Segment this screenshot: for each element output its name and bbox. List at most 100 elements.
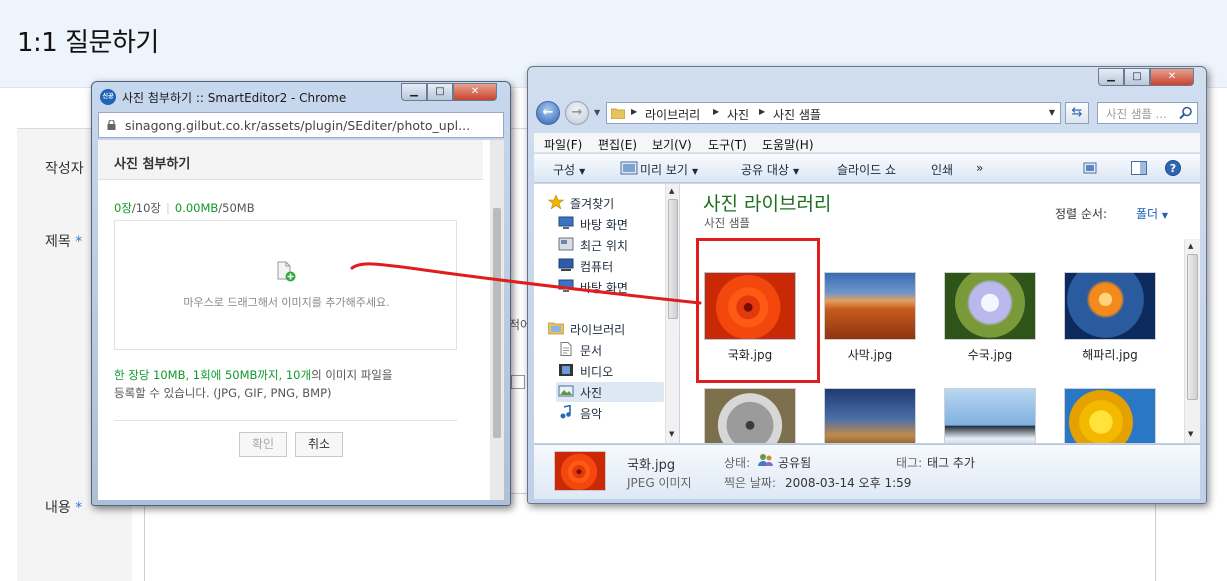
upload-limits-note: 한 장당 10MB, 1회에 50MB까지, 10개의 이미지 파일을 등록할 …: [114, 368, 393, 400]
menu-file[interactable]: 파일(F): [544, 136, 582, 153]
explorer-close-button[interactable]: ✕: [1150, 68, 1194, 86]
file-name: 해파리.jpg: [1082, 348, 1138, 362]
file-item-koala[interactable]: [704, 388, 796, 443]
explorer-maximize-button[interactable]: □: [1124, 68, 1150, 86]
desktop-icon: [558, 279, 574, 292]
sort-label: 정렬 순서:: [1055, 207, 1108, 221]
sidebar-item-computer[interactable]: 컴퓨터: [558, 256, 658, 276]
sidebar-item-music[interactable]: 음악: [558, 403, 658, 423]
pictures-icon: [558, 385, 574, 397]
search-placeholder: 사진 샘플 ...: [1106, 107, 1167, 121]
breadcrumb-libraries[interactable]: 라이브러리: [645, 106, 700, 123]
sidebar-item-desktop[interactable]: 바탕 화면: [558, 214, 658, 234]
search-input[interactable]: 사진 샘플 ...: [1097, 102, 1198, 124]
selected-file-type: JPEG 이미지: [627, 476, 692, 490]
date-taken-value: 2008-03-14 오후 1:59: [785, 476, 912, 490]
subject-label: 제목 *: [45, 234, 83, 250]
sidebar-item-desktop-2[interactable]: 바탕 화면: [558, 277, 658, 297]
recent-places-icon: [558, 237, 574, 251]
print-button[interactable]: 인쇄: [931, 161, 953, 178]
desktop-icon: [558, 216, 574, 229]
change-view-icon[interactable]: [1082, 159, 1100, 177]
library-title: 사진 라이브러리: [703, 193, 832, 215]
preview-button[interactable]: 미리 보기 ▼: [640, 161, 698, 178]
minimize-button[interactable]: ▁: [401, 83, 427, 101]
sort-by-dropdown[interactable]: 폴더 ▼: [1136, 205, 1168, 222]
state-label: 상태:: [724, 456, 751, 470]
lock-icon: [107, 120, 116, 130]
file-item-desert[interactable]: 사막.jpg: [824, 272, 916, 382]
selection-highlight-box: [696, 238, 820, 383]
sidebar-item-libraries[interactable]: 라이브러리: [548, 319, 658, 339]
photo-thumbnail: [1064, 388, 1156, 443]
library-subtitle: 사진 샘플: [704, 216, 750, 230]
popup-titlebar[interactable]: 신공 사진 첨부하기 :: SmartEditor2 - Chrome ▁ □ …: [92, 82, 510, 110]
maximize-button[interactable]: □: [427, 83, 453, 101]
breadcrumb-pictures[interactable]: 사진: [727, 106, 749, 123]
navigation-pane-scroll-thumb[interactable]: [668, 199, 678, 319]
menu-view[interactable]: 보기(V): [652, 136, 692, 153]
selected-file-name: 국화.jpg: [627, 458, 676, 473]
file-item-jellyfish[interactable]: 해파리.jpg: [1064, 272, 1156, 382]
documents-icon: [560, 342, 572, 356]
menu-help[interactable]: 도움말(H): [762, 136, 814, 153]
sidebar-item-favorites[interactable]: 즐겨찾기: [548, 193, 658, 213]
navigation-pane: 즐겨찾기 바탕 화면 최근 위치 컴퓨터 바탕 화면 라이브러리 문서 비디오: [534, 184, 679, 443]
refresh-button[interactable]: ⇆: [1065, 102, 1089, 124]
editor-toolbar-icon[interactable]: [511, 375, 525, 389]
svg-text:?: ?: [1170, 162, 1176, 175]
address-bar[interactable]: sinagong.gilbut.co.kr/assets/plugin/SEdi…: [98, 112, 504, 138]
popup-window-title: 사진 첨부하기 :: SmartEditor2 - Chrome: [122, 91, 347, 105]
organize-button[interactable]: 구성 ▼: [553, 161, 585, 178]
file-item-lighthouse[interactable]: [824, 388, 916, 443]
photo-thumbnail: [944, 272, 1036, 340]
menu-tools[interactable]: 도구(T): [708, 136, 747, 153]
photo-attach-popup: 신공 사진 첨부하기 :: SmartEditor2 - Chrome ▁ □ …: [91, 81, 511, 506]
slideshow-button[interactable]: 슬라이드 쇼: [837, 161, 896, 178]
preview-pane-icon[interactable]: [1130, 159, 1148, 177]
back-button[interactable]: ←: [536, 101, 560, 125]
sidebar-item-recent-places[interactable]: 최근 위치: [558, 235, 658, 255]
photo-thumbnail: [944, 388, 1036, 443]
help-icon[interactable]: ?: [1164, 159, 1182, 177]
upload-counter: 0장/10장 | 0.00MB/50MB: [114, 201, 255, 215]
video-icon: [559, 364, 573, 376]
confirm-button[interactable]: 확인: [239, 432, 287, 457]
content-label: 내용 *: [45, 500, 83, 516]
close-button[interactable]: ✕: [453, 83, 497, 101]
breadcrumb-sample-pictures[interactable]: 사진 샘플: [773, 106, 821, 123]
explorer-minimize-button[interactable]: ▁: [1098, 68, 1124, 86]
popup-scrollbar[interactable]: [490, 140, 504, 500]
sidebar-item-pictures[interactable]: 사진: [556, 382, 664, 402]
navigation-pane-scrollbar[interactable]: ▲ ▼: [665, 184, 679, 443]
more-commands-button[interactable]: »: [976, 161, 983, 175]
content-editor[interactable]: [144, 493, 1156, 581]
file-item-penguins[interactable]: [944, 388, 1036, 443]
file-view-scrollbar[interactable]: ▲ ▼: [1184, 239, 1200, 443]
address-dropdown-icon[interactable]: ▼: [1049, 108, 1055, 117]
popup-content: 사진 첨부하기 0장/10장 | 0.00MB/50MB 마우스로 드래그해서 이미…: [98, 140, 504, 500]
star-icon: [548, 195, 564, 209]
popup-divider: [114, 420, 457, 421]
folder-icon: [611, 108, 625, 119]
image-drop-zone[interactable]: 마우스로 드래그해서 이미지를 추가해주세요.: [114, 220, 457, 350]
page-url: sinagong.gilbut.co.kr/assets/plugin/SEdi…: [125, 118, 471, 133]
add-tag-field[interactable]: 태그 추가: [927, 454, 975, 471]
forward-button[interactable]: →: [565, 101, 589, 125]
sidebar-item-videos[interactable]: 비디오: [558, 361, 658, 381]
search-icon[interactable]: [1179, 106, 1193, 120]
share-with-button[interactable]: 공유 대상 ▼: [741, 161, 799, 178]
file-item-tulips[interactable]: [1064, 388, 1156, 443]
page-title: 1:1 질문하기: [17, 28, 159, 58]
menu-edit[interactable]: 편집(E): [598, 136, 637, 153]
file-name: 사막.jpg: [847, 348, 893, 362]
file-view-scroll-thumb[interactable]: [1187, 254, 1198, 400]
popup-scrollbar-thumb[interactable]: [493, 208, 501, 438]
file-item-hydrangeas[interactable]: 수국.jpg: [944, 272, 1036, 382]
photo-count: 0장: [114, 201, 132, 215]
history-dropdown-icon[interactable]: ▼: [594, 108, 600, 117]
cancel-button[interactable]: 취소: [295, 432, 343, 457]
computer-icon: [558, 258, 574, 271]
sidebar-item-documents[interactable]: 문서: [558, 340, 658, 360]
explorer-address-bar[interactable]: ▶ 라이브러리 ▶ 사진 ▶ 사진 샘플 ▼: [606, 102, 1061, 124]
